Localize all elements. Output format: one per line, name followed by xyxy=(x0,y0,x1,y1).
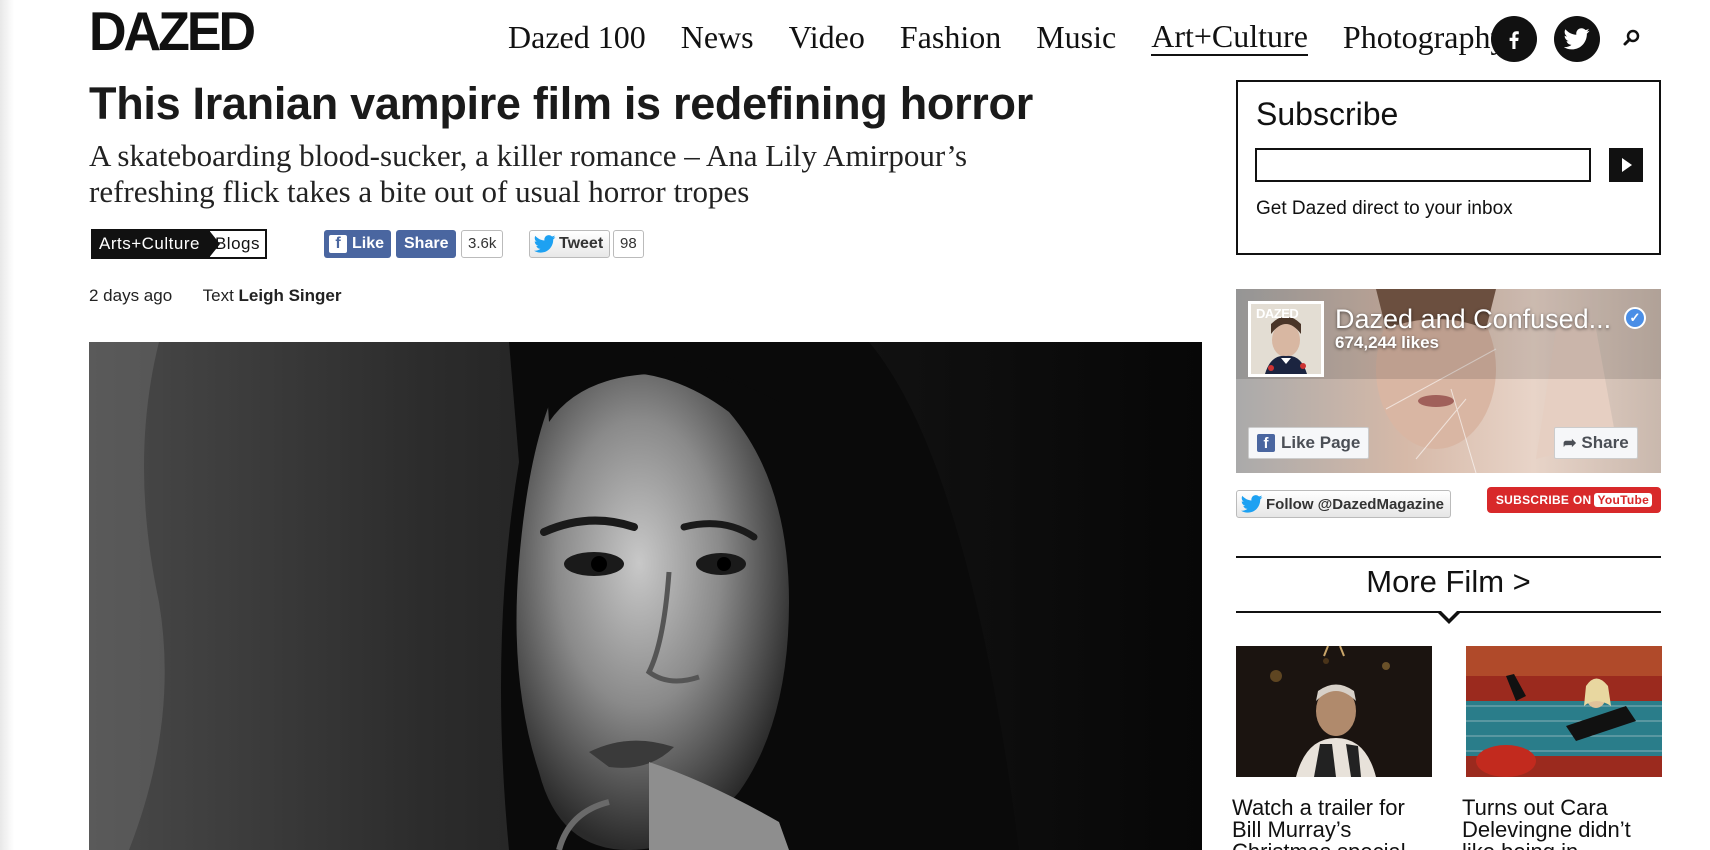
tweet-label: Tweet xyxy=(559,235,604,252)
page-share-label: Share xyxy=(1581,433,1629,452)
tag-arts-culture[interactable]: Arts+Culture xyxy=(91,229,220,259)
subscribe-email-input[interactable] xyxy=(1255,148,1591,182)
facebook-f-icon: f xyxy=(1257,434,1275,452)
twitter-follow-button[interactable]: Follow @DazedMagazine xyxy=(1236,490,1451,518)
twitter-follow-label: Follow @DazedMagazine xyxy=(1266,495,1444,513)
film-card-title[interactable]: Turns out Cara Delevingne didn’t like be… xyxy=(1462,797,1662,850)
tweet-count: 98 xyxy=(613,230,644,258)
nav-dazed-100[interactable]: Dazed 100 xyxy=(508,17,646,57)
hero-image xyxy=(89,342,1202,850)
nav-photography[interactable]: Photography xyxy=(1343,17,1507,57)
article-date: 2 days ago xyxy=(89,286,173,305)
youtube-subscribe-label: SUBSCRIBE ON xyxy=(1495,493,1592,507)
facebook-like-label: Like xyxy=(352,235,385,252)
facebook-share-button[interactable]: Share xyxy=(396,230,457,258)
more-film-link[interactable]: More Film > xyxy=(1236,564,1661,600)
facebook-page-thumbnail[interactable]: DAZED xyxy=(1248,301,1324,377)
facebook-share-count: 3.6k xyxy=(461,230,504,258)
dazed-logo[interactable]: DAZED xyxy=(89,5,256,60)
nav-news[interactable]: News xyxy=(681,17,754,57)
facebook-page-name[interactable]: Dazed and Confused... xyxy=(1335,304,1611,335)
facebook-page-widget[interactable]: DAZED Dazed and Confused... ✓ 674,244 li… xyxy=(1236,289,1661,473)
subscribe-title: Subscribe xyxy=(1256,96,1399,132)
film-card[interactable]: Turns out Cara Delevingne didn’t like be… xyxy=(1462,646,1662,850)
youtube-logo: YouTube xyxy=(1594,493,1653,507)
twitter-icon[interactable] xyxy=(1554,16,1600,62)
search-icon[interactable] xyxy=(1620,26,1644,50)
credit-label: Text xyxy=(202,286,234,305)
youtube-subscribe-button[interactable]: SUBSCRIBE ON YouTube xyxy=(1487,487,1661,513)
film-card[interactable]: Watch a trailer for Bill Murray’s Christ… xyxy=(1232,646,1432,850)
twitter-bird-icon xyxy=(534,235,556,253)
page-shadow xyxy=(0,0,14,850)
facebook-like-page-button[interactable]: f Like Page xyxy=(1248,427,1370,459)
main-nav: Dazed 100 News Video Fashion Music Art+C… xyxy=(508,17,1541,57)
facebook-f-icon: f xyxy=(329,235,347,253)
nav-video[interactable]: Video xyxy=(789,17,865,57)
nav-fashion[interactable]: Fashion xyxy=(900,17,1001,57)
subscribe-box: Subscribe Get Dazed direct to your inbox xyxy=(1236,80,1661,255)
twitter-bird-icon xyxy=(1241,495,1263,513)
more-film-notch xyxy=(1436,609,1462,624)
subscribe-description: Get Dazed direct to your inbox xyxy=(1256,198,1513,219)
facebook-icon[interactable] xyxy=(1491,16,1537,62)
tweet-button[interactable]: Tweet xyxy=(529,230,611,258)
film-card-image[interactable] xyxy=(1236,646,1432,777)
article-standfirst: A skateboarding blood-sucker, a killer r… xyxy=(89,138,968,209)
nav-music[interactable]: Music xyxy=(1036,17,1116,57)
article-meta: 2 days ago Text Leigh Singer xyxy=(89,286,342,306)
facebook-thumb-logo: DAZED xyxy=(1256,306,1299,321)
film-card-image[interactable] xyxy=(1466,646,1662,777)
subscribe-submit-button[interactable] xyxy=(1609,148,1643,182)
verified-check-icon: ✓ xyxy=(1624,307,1646,329)
article-author[interactable]: Leigh Singer xyxy=(239,286,342,305)
article-tags: Arts+Culture Blogs xyxy=(91,229,267,259)
article-headline: This Iranian vampire film is redefining … xyxy=(89,78,1033,129)
film-card-title[interactable]: Watch a trailer for Bill Murray’s Christ… xyxy=(1232,797,1432,850)
facebook-like-button[interactable]: f Like xyxy=(324,230,392,258)
nav-art-culture[interactable]: Art+Culture xyxy=(1151,18,1308,56)
more-film-divider-top xyxy=(1236,556,1661,558)
like-page-label: Like Page xyxy=(1281,433,1361,452)
facebook-page-share-button[interactable]: ➦ Share xyxy=(1554,427,1638,459)
facebook-page-likes: 674,244 likes xyxy=(1335,333,1439,352)
share-arrow-icon: ➦ xyxy=(1563,435,1577,452)
